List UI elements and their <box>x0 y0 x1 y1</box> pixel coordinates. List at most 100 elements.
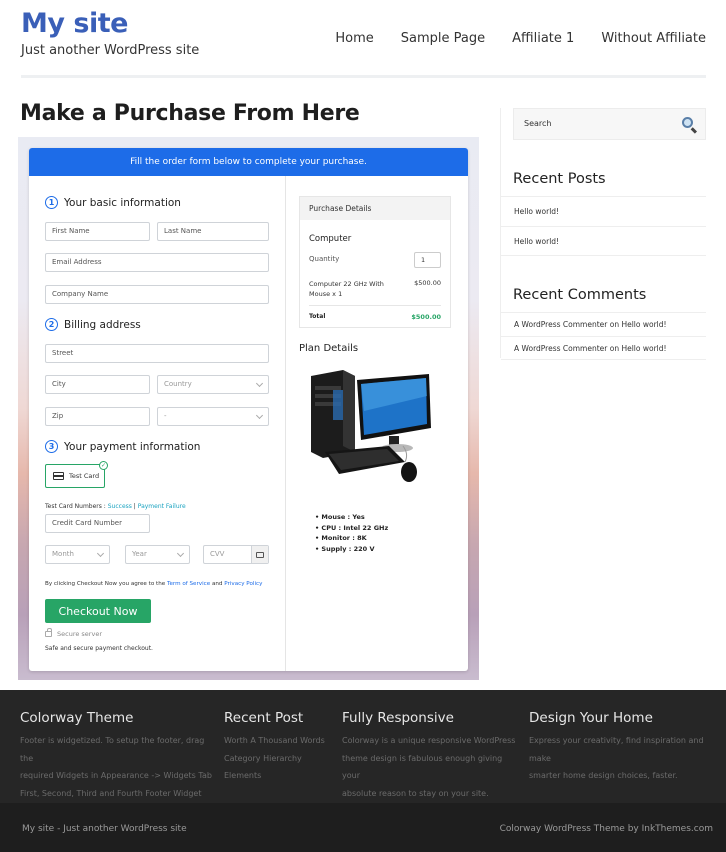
secure-server-label: Secure server <box>57 630 102 638</box>
header-divider <box>21 75 706 78</box>
check-icon: ✓ <box>99 461 108 470</box>
footer-post-link[interactable]: Elements <box>224 767 334 785</box>
section-title: Your basic information <box>64 196 181 209</box>
zip-input[interactable]: Zip <box>45 407 150 426</box>
footer-post-link[interactable]: Category Hierarchy <box>224 750 334 768</box>
first-name-input[interactable]: First Name <box>45 222 150 241</box>
email-input[interactable]: Email Address <box>45 253 269 272</box>
purchase-details: Purchase Details Computer Quantity 1 Com… <box>299 196 451 328</box>
footer-col-design-home: Design Your Home Express your creativity… <box>529 710 724 785</box>
recent-comment-link[interactable]: A WordPress Commenter on Hello world! <box>501 312 706 336</box>
site-title[interactable]: My site <box>21 8 128 39</box>
country-select-value: Country <box>164 380 192 388</box>
footer-post-link[interactable]: Worth A Thousand Words <box>224 732 334 750</box>
search-input[interactable]: Search <box>513 108 706 140</box>
month-select-value: Month <box>52 550 74 558</box>
nav-sample-page[interactable]: Sample Page <box>401 31 485 46</box>
last-name-input[interactable]: Last Name <box>157 222 269 241</box>
footer-col-text: required Widgets in Appearance -> Widget… <box>20 771 212 780</box>
footer-col-title: Recent Post <box>224 710 304 726</box>
payment-failure-link[interactable]: Payment Failure <box>138 503 186 510</box>
checkout-card: Fill the order form below to complete yo… <box>29 148 468 671</box>
purchase-divider <box>309 305 441 306</box>
secure-server: Secure server <box>45 628 102 638</box>
footer-col-colorway: Colorway Theme Footer is widgetized. To … <box>20 710 215 802</box>
section-title: Your payment information <box>64 440 201 453</box>
cvv-input[interactable]: CVV <box>203 545 269 564</box>
recent-comment-link[interactable]: A WordPress Commenter on Hello world! <box>501 336 706 360</box>
country-select[interactable]: Country <box>157 375 269 394</box>
terms-of-service-link[interactable]: Term of Service <box>167 581 210 587</box>
footer-col-title: Fully Responsive <box>342 710 454 726</box>
chevron-down-icon <box>176 549 185 558</box>
nav-home[interactable]: Home <box>335 31 373 46</box>
step-number-3: 3 <box>45 440 58 453</box>
footer-col-text: Footer is widgetized. To setup the foote… <box>20 736 205 763</box>
site-tagline: Just another WordPress site <box>21 43 200 58</box>
city-input[interactable]: City <box>45 375 150 394</box>
payment-method-test-card[interactable]: Test Card ✓ <box>45 461 108 488</box>
main-nav: Home Sample Page Affiliate 1 Without Aff… <box>308 31 706 46</box>
nav-without-affiliate[interactable]: Without Affiliate <box>601 31 706 46</box>
footer-site-credit[interactable]: My site - Just another WordPress site <box>22 824 187 834</box>
footer-col-recent-post: Recent Post Worth A Thousand Words Categ… <box>224 710 334 785</box>
nav-affiliate-1[interactable]: Affiliate 1 <box>512 31 574 46</box>
column-divider <box>285 176 286 671</box>
street-input[interactable]: Street <box>45 344 269 363</box>
success-link[interactable]: Success <box>108 503 132 510</box>
card-number-input[interactable]: Credit Card Number <box>45 514 150 533</box>
terms-and: and <box>210 581 225 587</box>
order-banner: Fill the order form below to complete yo… <box>29 148 468 176</box>
footer-col-title: Colorway Theme <box>20 710 134 726</box>
footer-col-responsive: Fully Responsive Colorway is a unique re… <box>342 710 522 802</box>
spec-item: Monitor : 8K <box>315 533 388 544</box>
terms-text: By clicking Checkout Now you agree to th… <box>45 581 262 587</box>
footer-col-text: Express your creativity, find inspiratio… <box>529 736 704 763</box>
footer-col-text: smarter home design choices, faster. <box>529 771 678 780</box>
section-title: Billing address <box>64 318 141 331</box>
chevron-down-icon <box>96 549 105 558</box>
cvv-placeholder: CVV <box>210 550 225 558</box>
spec-item: Supply : 220 V <box>315 544 388 555</box>
plan-details-title: Plan Details <box>299 343 359 354</box>
recent-post-link[interactable]: Hello world! <box>501 226 706 256</box>
product-price: $500.00 <box>414 279 441 287</box>
cvv-card-icon <box>251 546 268 563</box>
footer-col-text: theme design is fabulous enough giving y… <box>342 753 503 781</box>
privacy-policy-link[interactable]: Privacy Policy <box>224 581 262 587</box>
quantity-label: Quantity <box>309 255 340 263</box>
search-icon[interactable] <box>682 117 693 128</box>
month-select[interactable]: Month <box>45 545 110 564</box>
recent-post-link[interactable]: Hello world! <box>501 196 706 226</box>
plan-specs: Mouse : Yes CPU : Intel 22 GHz Monitor :… <box>315 512 388 554</box>
footer-col-text: First, Second, Third and Fourth Footer W… <box>20 788 202 798</box>
state-select-value: - <box>164 412 167 420</box>
footer-col-title: Design Your Home <box>529 710 653 726</box>
footer-col-text: Colorway is a unique responsive WordPres… <box>342 736 516 745</box>
footer-col-text: absolute reason to stay on your site. <box>342 788 489 798</box>
test-card-numbers: Test Card Numbers : Success | Payment Fa… <box>45 503 186 510</box>
section-basic-info: 1 Your basic information <box>45 196 181 209</box>
safe-checkout-text: Safe and secure payment checkout. <box>45 645 153 652</box>
checkout-now-button[interactable]: Checkout Now <box>45 599 151 623</box>
footer-theme-credit[interactable]: Colorway WordPress Theme by InkThemes.co… <box>500 824 713 834</box>
footer-bottom-bar: My site - Just another WordPress site Co… <box>0 803 726 852</box>
section-payment: 3 Your payment information <box>45 440 200 453</box>
footer-widgets: Colorway Theme Footer is widgetized. To … <box>0 690 726 803</box>
quantity-input[interactable]: 1 <box>414 252 441 268</box>
page-title: Make a Purchase From Here <box>20 101 360 126</box>
computer-image <box>311 370 431 482</box>
state-select[interactable]: - <box>157 407 269 426</box>
total-value: $500.00 <box>411 313 441 321</box>
chevron-down-icon <box>255 379 264 388</box>
company-input[interactable]: Company Name <box>45 285 269 304</box>
section-billing: 2 Billing address <box>45 318 141 331</box>
product-description: Computer 22 GHz With Mouse x 1 <box>309 280 384 298</box>
payment-method-label: Test Card <box>69 472 100 480</box>
step-number-1: 1 <box>45 196 58 209</box>
year-select[interactable]: Year <box>125 545 190 564</box>
recent-posts-title: Recent Posts <box>513 171 606 187</box>
year-select-value: Year <box>132 550 147 558</box>
total-label: Total <box>309 313 326 320</box>
recent-comments-title: Recent Comments <box>513 287 647 303</box>
